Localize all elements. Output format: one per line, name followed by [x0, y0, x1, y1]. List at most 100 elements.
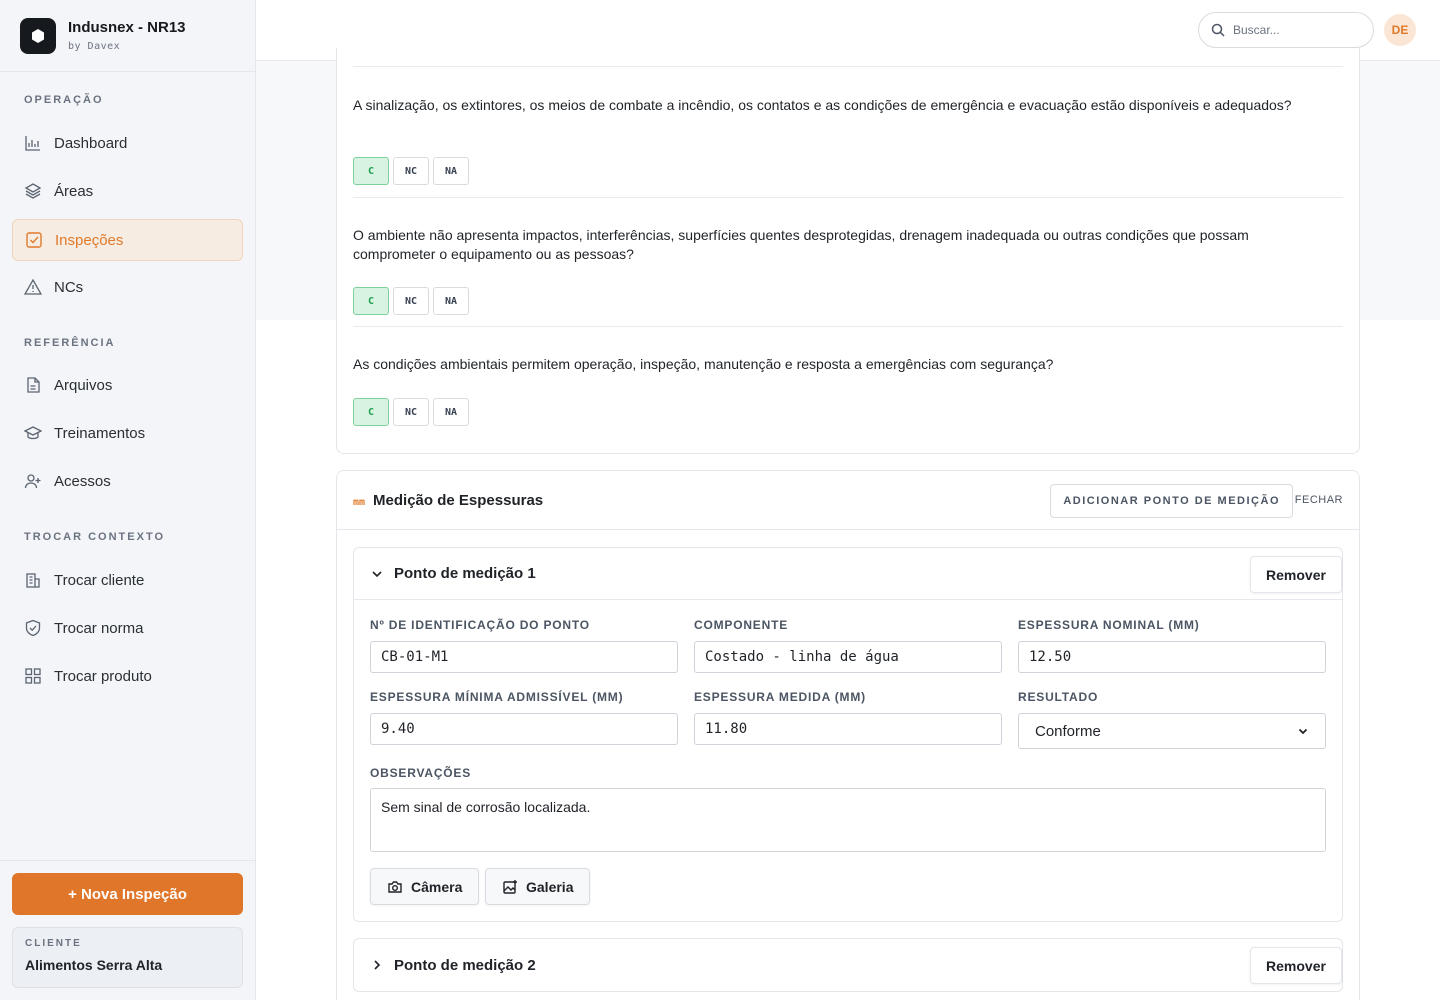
ruler-icon: mm	[353, 496, 366, 508]
result-value: Conforme	[1035, 722, 1101, 740]
divider	[353, 326, 1343, 327]
point-header[interactable]: Ponto de medição 2 Remover	[354, 939, 1342, 991]
sidebar-item-trocar-produto[interactable]: Trocar produto	[12, 655, 243, 697]
shield-icon	[25, 619, 41, 637]
point-header[interactable]: Ponto de medição 1 Remover	[354, 548, 1342, 600]
sidebar-item-label: Trocar norma	[54, 619, 144, 637]
notes-textarea[interactable]: Sem sinal de corrosão localizada.	[370, 788, 1326, 852]
option-nc[interactable]: NC	[393, 398, 429, 426]
logo-icon	[20, 17, 56, 54]
checkbox-icon	[26, 232, 42, 248]
sidebar-item-label: NCs	[54, 278, 84, 296]
checklist-card: A sinalização, os extintores, os meios d…	[336, 48, 1360, 454]
sidebar-item-label: Arquivos	[54, 376, 113, 394]
brand: Indusnex - NR13 by Davex	[0, 0, 255, 72]
sidebar-item-inspecoes[interactable]: Inspeções	[12, 219, 243, 261]
option-na[interactable]: NA	[433, 398, 469, 426]
nominal-thickness-input[interactable]: 12.50	[1018, 641, 1326, 673]
section-referencia: REFERÊNCIA	[24, 337, 116, 349]
sidebar-item-label: Trocar cliente	[54, 571, 145, 589]
search-input[interactable]: Buscar...	[1198, 12, 1374, 48]
chevron-down-icon	[372, 570, 382, 577]
user-plus-icon	[24, 474, 41, 489]
question-text: O ambiente não apresenta impactos, inter…	[353, 227, 1249, 262]
sidebar-item-ncs[interactable]: NCs	[12, 266, 243, 308]
answer-options: C NC NA	[353, 287, 469, 315]
file-icon	[27, 377, 40, 393]
point-id-input[interactable]: CB-01-M1	[370, 641, 678, 673]
sidebar-item-label: Treinamentos	[54, 424, 146, 442]
warning-icon	[24, 278, 42, 295]
sidebar-item-label: Inspeções	[55, 231, 124, 249]
sidebar-item-treinamentos[interactable]: Treinamentos	[12, 412, 243, 454]
sidebar-item-label: Dashboard	[54, 134, 128, 152]
camera-label: Câmera	[411, 878, 463, 895]
option-nc[interactable]: NC	[393, 157, 429, 185]
answer-options: C NC NA	[353, 398, 469, 426]
field-label: OBSERVAÇÕES	[370, 766, 472, 780]
option-c[interactable]: C	[353, 287, 389, 315]
search-icon	[1211, 23, 1225, 37]
camera-icon	[388, 880, 402, 893]
gallery-label: Galeria	[526, 878, 574, 895]
sidebar-item-dashboard[interactable]: Dashboard	[12, 122, 243, 164]
chevron-down-icon	[1298, 728, 1308, 735]
question-text: A sinalização, os extintores, os meios d…	[353, 97, 1292, 113]
component-input[interactable]: Costado - linha de água	[694, 641, 1002, 673]
sidebar-item-acessos[interactable]: Acessos	[12, 460, 243, 502]
measurement-point: Ponto de medição 1 Remover Nº DE IDENTIF…	[353, 547, 1343, 922]
divider	[353, 66, 1343, 67]
answer-options: C NC NA	[353, 157, 469, 185]
client-label: CLIENTE	[25, 938, 82, 949]
add-measurement-point-button[interactable]: ADICIONAR PONTO DE MEDIÇÃO	[1050, 484, 1293, 518]
client-name: Alimentos Serra Alta	[25, 957, 163, 973]
gallery-button[interactable]: Galeria	[485, 868, 591, 905]
graduation-icon	[24, 426, 42, 440]
close-button[interactable]: FECHAR	[1295, 494, 1343, 506]
chart-icon	[25, 136, 40, 151]
camera-button[interactable]: Câmera	[370, 868, 480, 905]
chevron-right-icon	[374, 960, 381, 970]
sidebar-item-trocar-norma[interactable]: Trocar norma	[12, 607, 243, 649]
field-label: ESPESSURA MÍNIMA ADMISSÍVEL (MM)	[370, 690, 624, 704]
sidebar-item-trocar-cliente[interactable]: Trocar cliente	[12, 559, 243, 601]
layers-icon	[24, 183, 42, 199]
sidebar-item-label: Áreas	[54, 182, 94, 200]
remove-button[interactable]: Remover	[1250, 556, 1342, 593]
sidebar: Indusnex - NR13 by Davex OPERAÇÃO Dashbo…	[0, 0, 256, 1000]
point-title: Ponto de medição 2	[394, 956, 536, 974]
sidebar-item-areas[interactable]: Áreas	[12, 170, 243, 212]
brand-subtitle: by Davex	[68, 41, 121, 52]
min-thickness-input[interactable]: 9.40	[370, 713, 678, 745]
search-placeholder: Buscar...	[1233, 23, 1280, 37]
section-trocar-contexto: TROCAR CONTEXTO	[24, 531, 166, 543]
option-c[interactable]: C	[353, 398, 389, 426]
option-na[interactable]: NA	[433, 287, 469, 315]
question-text: As condições ambientais permitem operaçã…	[353, 356, 1054, 372]
measurement-point: Ponto de medição 2 Remover	[353, 938, 1343, 992]
measured-thickness-input[interactable]: 11.80	[694, 713, 1002, 745]
option-na[interactable]: NA	[433, 157, 469, 185]
sidebar-item-label: Acessos	[54, 472, 111, 490]
sidebar-item-arquivos[interactable]: Arquivos	[12, 364, 243, 406]
section-operacao: OPERAÇÃO	[24, 94, 104, 106]
measurement-title: Medição de Espessuras	[373, 491, 544, 509]
remove-button[interactable]: Remover	[1250, 947, 1342, 984]
grid-icon	[25, 668, 41, 684]
image-plus-icon	[503, 879, 517, 894]
brand-title: Indusnex - NR13	[68, 19, 186, 36]
client-context[interactable]: CLIENTE Alimentos Serra Alta	[12, 927, 243, 988]
result-select[interactable]: Conforme	[1018, 713, 1326, 749]
option-nc[interactable]: NC	[393, 287, 429, 315]
building-icon	[26, 573, 40, 588]
avatar[interactable]: DE	[1384, 14, 1416, 46]
thickness-measurement-card: mm Medição de Espessuras ADICIONAR PONTO…	[336, 470, 1360, 1000]
point-title: Ponto de medição 1	[394, 565, 536, 582]
option-c[interactable]: C	[353, 157, 389, 185]
measurement-header: mm Medição de Espessuras ADICIONAR PONTO…	[337, 471, 1359, 530]
divider	[353, 197, 1343, 198]
field-label: ESPESSURA NOMINAL (MM)	[1018, 618, 1200, 632]
field-label: Nº DE IDENTIFICAÇÃO DO PONTO	[370, 618, 590, 632]
field-label: COMPONENTE	[694, 618, 789, 632]
new-inspection-button[interactable]: + Nova Inspeção	[12, 873, 243, 915]
